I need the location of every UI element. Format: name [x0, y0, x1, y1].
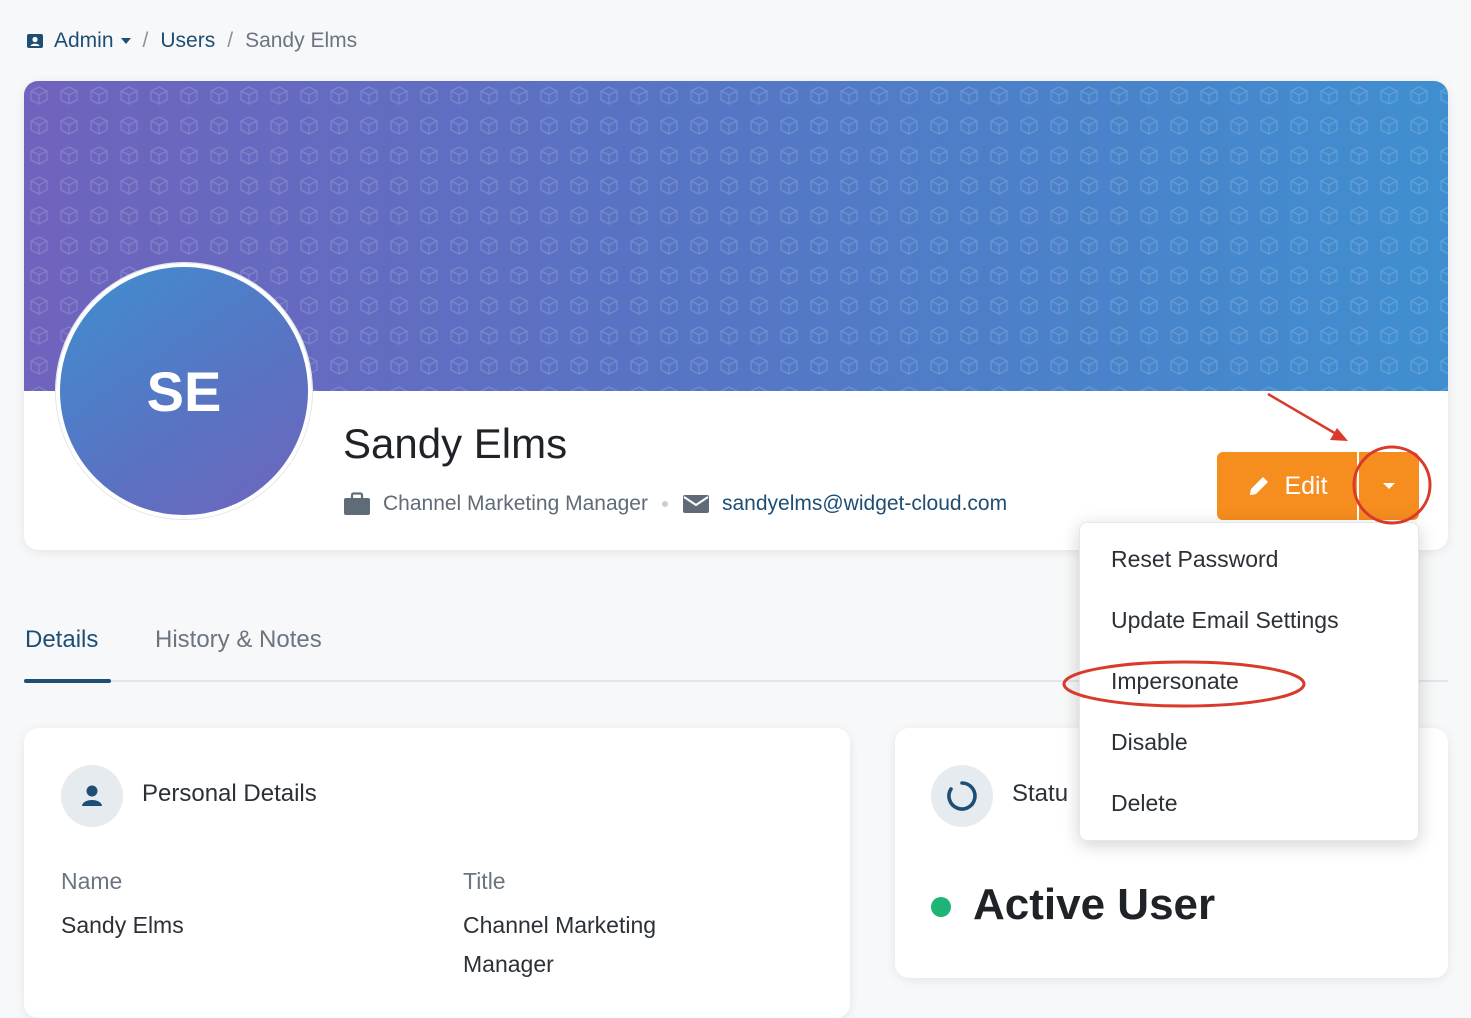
avatar-initials: SE: [146, 359, 222, 423]
menu-item-reset-password[interactable]: Reset Password: [1111, 546, 1278, 573]
edit-button-label: Edit: [1284, 471, 1328, 500]
personal-details-icon-wrap: [61, 765, 123, 827]
personal-details-heading: Personal Details: [142, 780, 317, 807]
title-label: Title: [463, 868, 506, 894]
profile-meta: Channel Marketing Manager sandyelms@widg…: [343, 488, 1007, 520]
personal-details-card: Personal Details Name Sandy Elms Title C…: [24, 728, 850, 1018]
profile-name: Sandy Elms: [343, 420, 568, 467]
name-label: Name: [61, 868, 123, 894]
breadcrumb-separator: /: [227, 29, 234, 52]
breadcrumb-admin-label: Admin: [54, 29, 114, 52]
status-heading: Statu: [1012, 780, 1069, 807]
name-value: Sandy Elms: [61, 912, 184, 938]
caret-down-icon: [1383, 483, 1395, 489]
breadcrumb: Admin / Users / Sandy Elms: [26, 27, 357, 55]
pencil-icon: [1250, 477, 1269, 495]
status-icon-wrap: [931, 765, 993, 827]
tab-history-notes[interactable]: History & Notes: [155, 626, 322, 654]
menu-item-impersonate[interactable]: Impersonate: [1111, 668, 1239, 695]
breadcrumb-separator: /: [142, 29, 149, 52]
title-value-line2: Manager: [463, 951, 554, 977]
avatar: SE: [56, 263, 312, 519]
menu-item-disable[interactable]: Disable: [1111, 729, 1188, 756]
menu-item-update-email-settings[interactable]: Update Email Settings: [1111, 607, 1339, 634]
briefcase-icon: [344, 492, 370, 515]
profile-email-link[interactable]: sandyelms@widget-cloud.com: [722, 492, 1007, 516]
breadcrumb-users[interactable]: Users: [160, 29, 215, 53]
tab-details[interactable]: Details: [25, 626, 98, 654]
person-icon: [82, 785, 102, 806]
chevron-down-icon: [120, 38, 131, 44]
edit-button[interactable]: Edit: [1217, 452, 1357, 520]
envelope-icon: [682, 495, 709, 513]
profile-title: Channel Marketing Manager: [383, 492, 648, 515]
active-tab-indicator: [24, 679, 111, 683]
more-actions-toggle[interactable]: [1359, 452, 1419, 520]
menu-item-delete[interactable]: Delete: [1111, 790, 1177, 817]
active-status-dot: [931, 897, 951, 917]
title-value-line1: Channel Marketing: [463, 912, 657, 938]
more-actions-menu: Reset Password Update Email Settings Imp…: [1079, 522, 1419, 841]
breadcrumb-current: Sandy Elms: [245, 29, 358, 52]
status-ring-icon: [947, 781, 977, 811]
meta-separator-dot: [661, 501, 668, 507]
breadcrumb-admin[interactable]: Admin: [26, 29, 131, 53]
user-badge-icon: [27, 34, 43, 48]
active-status-text: Active User: [973, 880, 1216, 929]
